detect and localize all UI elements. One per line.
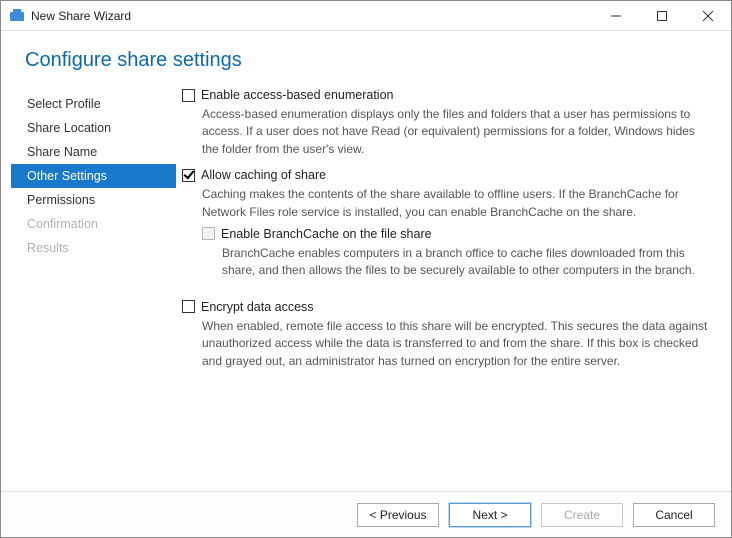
settings-content: Enable access-based enumeration Access-b… [176,86,713,487]
checkbox-access-based-enumeration[interactable] [182,89,195,102]
wizard-body: Select Profile Share Location Share Name… [1,82,731,491]
next-button[interactable]: Next > [449,503,531,527]
previous-button[interactable]: < Previous [357,503,439,527]
checkbox-allow-caching[interactable] [182,169,195,182]
maximize-icon [657,11,667,21]
wizard-steps-sidebar: Select Profile Share Location Share Name… [11,86,176,487]
desc-access-based-enumeration: Access-based enumeration displays only t… [202,106,713,158]
desc-encrypt-data-access: When enabled, remote file access to this… [202,318,713,370]
checkbox-encrypt-data-access[interactable] [182,300,195,313]
label-encrypt-data-access: Encrypt data access [201,300,314,314]
label-branchcache: Enable BranchCache on the file share [221,227,432,241]
step-results: Results [11,236,176,260]
checkbox-branchcache [202,227,215,240]
minimize-icon [611,11,621,21]
page-title: Configure share settings [25,49,731,72]
wizard-window: New Share Wizard Configure share setting… [0,0,732,538]
minimize-button[interactable] [593,1,639,30]
step-share-location[interactable]: Share Location [11,116,176,140]
step-permissions[interactable]: Permissions [11,188,176,212]
app-icon [9,8,25,24]
desc-allow-caching: Caching makes the contents of the share … [202,186,713,221]
cancel-button[interactable]: Cancel [633,503,715,527]
step-share-name[interactable]: Share Name [11,140,176,164]
maximize-button[interactable] [639,1,685,30]
option-encrypt-data-access: Encrypt data access When enabled, remote… [182,300,713,370]
step-other-settings[interactable]: Other Settings [11,164,176,188]
create-button: Create [541,503,623,527]
titlebar: New Share Wizard [1,1,731,31]
window-title: New Share Wizard [31,9,593,23]
client-area: Configure share settings Select Profile … [1,31,731,537]
close-button[interactable] [685,1,731,30]
label-allow-caching: Allow caching of share [201,168,326,182]
desc-branchcache: BranchCache enables computers in a branc… [222,245,713,280]
option-branchcache: Enable BranchCache on the file share Bra… [202,227,713,280]
option-allow-caching: Allow caching of share Caching makes the… [182,168,713,290]
option-access-based-enumeration: Enable access-based enumeration Access-b… [182,88,713,158]
page-header: Configure share settings [1,31,731,82]
close-icon [703,11,713,21]
window-controls [593,1,731,30]
label-access-based-enumeration: Enable access-based enumeration [201,88,393,102]
step-select-profile[interactable]: Select Profile [11,92,176,116]
wizard-footer: < Previous Next > Create Cancel [1,491,731,537]
step-confirmation: Confirmation [11,212,176,236]
